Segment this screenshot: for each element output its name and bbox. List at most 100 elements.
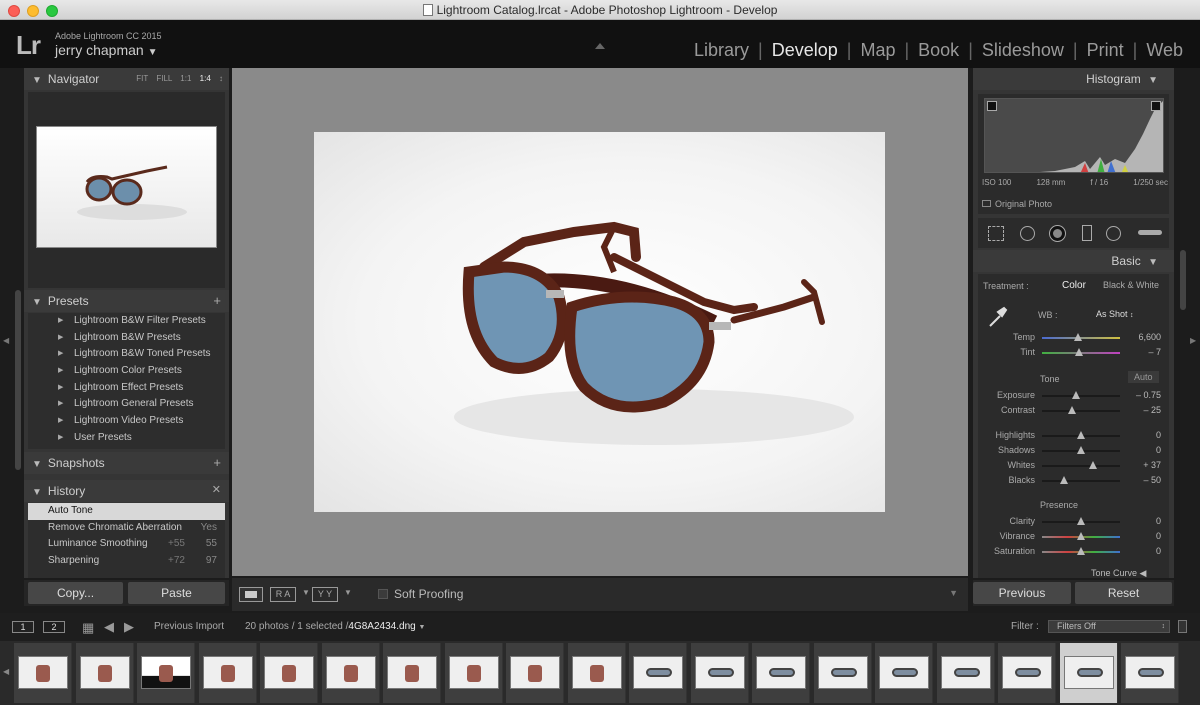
clarity-slider[interactable]	[1042, 517, 1120, 525]
right-panel-scrollbar[interactable]	[1180, 250, 1186, 310]
loupe-view-icon[interactable]	[239, 587, 263, 602]
grid-view-icon[interactable]: ▦	[82, 620, 94, 636]
filmstrip-thumbnail[interactable]	[567, 643, 626, 703]
preset-folder[interactable]: ▶ Lightroom B&W Presets	[28, 330, 225, 347]
source-label[interactable]: Previous Import	[154, 621, 224, 632]
module-slideshow[interactable]: Slideshow	[973, 40, 1073, 61]
adjustment-brush-icon[interactable]	[1138, 230, 1162, 235]
preset-folder[interactable]: ▶ User Presets	[28, 430, 225, 447]
preset-folder[interactable]: ▶ Lightroom Effect Presets	[28, 380, 225, 397]
contrast-slider[interactable]	[1042, 406, 1120, 414]
tint-slider-handle[interactable]	[1075, 348, 1084, 356]
crop-tool-icon[interactable]	[988, 226, 1004, 241]
paste-button[interactable]: Paste	[128, 582, 225, 604]
reset-button[interactable]: Reset	[1075, 582, 1172, 604]
vibrance-value[interactable]: 0	[1156, 531, 1161, 541]
filmstrip-thumbnail[interactable]	[690, 643, 749, 703]
graduated-filter-icon[interactable]	[1082, 225, 1092, 241]
module-book[interactable]: Book	[909, 40, 968, 61]
saturation-slider-handle[interactable]	[1077, 547, 1085, 555]
module-map[interactable]: Map	[851, 40, 904, 61]
filmstrip-thumbnail[interactable]	[444, 643, 503, 703]
radial-filter-icon[interactable]	[1106, 226, 1121, 241]
left-panel-scrollbar[interactable]	[15, 290, 21, 470]
highlight-clipping-icon[interactable]	[1151, 101, 1161, 111]
filmstrip-thumbnail[interactable]	[752, 643, 810, 703]
exposure-slider[interactable]	[1042, 391, 1120, 399]
filmstrip-thumbnail[interactable]	[813, 643, 872, 703]
filmstrip-thumbnail[interactable]	[506, 643, 564, 703]
vibrance-slider-handle[interactable]	[1077, 532, 1085, 540]
filmstrip-thumbnail[interactable]	[137, 643, 195, 703]
history-item[interactable]: Remove Chromatic Aberration Yes	[28, 520, 225, 537]
before-after-button[interactable]: R A	[270, 587, 296, 602]
shadows-slider[interactable]	[1042, 446, 1120, 454]
selected-filename[interactable]: 4G8A2434.dng	[348, 621, 415, 632]
right-panel-toggle-icon[interactable]: ▶	[1190, 336, 1196, 345]
presets-header[interactable]: ▼ Presets +	[24, 290, 229, 312]
filmstrip-left-icon[interactable]: ◀	[3, 667, 9, 676]
history-header[interactable]: ▼ History ✕	[24, 480, 229, 502]
collapse-top-panel-icon[interactable]	[595, 43, 605, 49]
zoom-1-4[interactable]: 1:4	[200, 74, 211, 83]
filmstrip-thumbnail[interactable]	[875, 643, 933, 703]
treatment-black-white[interactable]: Black & White	[1103, 280, 1159, 290]
toolbar-menu-icon[interactable]: ▼	[949, 588, 958, 598]
treatment-color[interactable]: Color	[1062, 280, 1086, 291]
zoom-fit[interactable]: FIT	[136, 74, 148, 83]
navigator-thumbnail[interactable]	[36, 126, 217, 248]
blacks-slider-handle[interactable]	[1059, 476, 1068, 484]
blacks-slider[interactable]	[1042, 476, 1120, 484]
shadows-slider-handle[interactable]	[1077, 446, 1085, 454]
highlights-slider[interactable]	[1042, 431, 1120, 439]
preset-folder[interactable]: ▶ Lightroom B&W Toned Presets	[28, 346, 225, 363]
contrast-slider-handle[interactable]	[1067, 406, 1076, 414]
filmstrip-thumbnail[interactable]	[629, 643, 687, 703]
tint-slider[interactable]	[1042, 348, 1120, 356]
history-item[interactable]: Luminance Smoothing +55 55	[28, 536, 225, 553]
contrast-value[interactable]: – 25	[1143, 405, 1161, 415]
saturation-slider[interactable]	[1042, 547, 1120, 555]
saturation-value[interactable]: 0	[1156, 546, 1161, 556]
vibrance-slider[interactable]	[1042, 532, 1120, 540]
filmstrip-thumbnail[interactable]	[1059, 643, 1118, 703]
whites-slider[interactable]	[1042, 461, 1120, 469]
tone-curve-header[interactable]: Tone Curve ◀	[1091, 568, 1146, 579]
auto-tone-button[interactable]: Auto	[1128, 371, 1159, 383]
clarity-value[interactable]: 0	[1156, 516, 1161, 526]
shadows-value[interactable]: 0	[1156, 445, 1161, 455]
exposure-slider-handle[interactable]	[1072, 391, 1081, 399]
filmstrip-thumbnail[interactable]	[1121, 643, 1179, 703]
before-after-swap-dropdown-icon[interactable]: ▼	[344, 588, 352, 597]
wb-dropdown[interactable]: As Shot ↕	[1096, 309, 1134, 319]
back-arrow-icon[interactable]: ◀	[104, 619, 114, 635]
original-photo-checkbox[interactable]	[982, 200, 991, 207]
filmstrip-thumbnail[interactable]	[383, 643, 441, 703]
module-library[interactable]: Library	[685, 40, 758, 61]
histogram-graph[interactable]	[984, 98, 1164, 173]
tint-value[interactable]: – 7	[1148, 347, 1161, 357]
clarity-slider-handle[interactable]	[1077, 517, 1085, 525]
main-photo[interactable]	[314, 132, 885, 512]
filmstrip-thumbnail[interactable]	[936, 643, 995, 703]
preset-folder[interactable]: ▶ Lightroom Color Presets	[28, 363, 225, 380]
preset-folder[interactable]: ▶ Lightroom Video Presets	[28, 413, 225, 430]
filmstrip-thumbnail[interactable]	[14, 643, 72, 703]
whites-value[interactable]: + 37	[1143, 460, 1161, 470]
highlights-value[interactable]: 0	[1156, 430, 1161, 440]
history-item[interactable]: Sharpening +72 97	[28, 553, 225, 570]
filmstrip-thumbnail[interactable]	[998, 643, 1056, 703]
soft-proofing-toggle[interactable]: Soft Proofing	[378, 587, 463, 601]
zoom-fill[interactable]: FILL	[156, 74, 172, 83]
primary-display-button[interactable]: 1	[12, 621, 34, 633]
add-preset-icon[interactable]: +	[213, 293, 221, 308]
history-item[interactable]: Auto Tone	[28, 503, 225, 520]
temp-value[interactable]: 6,600	[1138, 332, 1161, 342]
left-panel-toggle-icon[interactable]: ◀	[3, 336, 9, 345]
filmstrip-thumbnail[interactable]	[260, 643, 318, 703]
highlights-slider-handle[interactable]	[1077, 431, 1085, 439]
module-develop[interactable]: Develop	[763, 40, 847, 61]
snapshots-header[interactable]: ▼ Snapshots +	[24, 452, 229, 474]
whites-slider-handle[interactable]	[1089, 461, 1098, 469]
copy-button[interactable]: Copy...	[28, 582, 123, 604]
